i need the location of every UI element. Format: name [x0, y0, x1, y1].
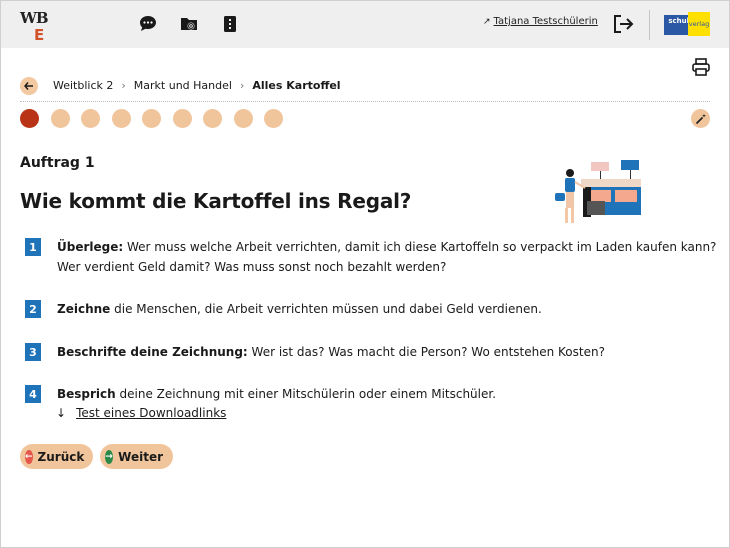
task-keyword: Überlege:	[57, 240, 124, 254]
task-body: Wer ist das? Was macht die Person? Wo en…	[247, 345, 605, 359]
publisher-logo-left: schul	[664, 15, 690, 35]
breadcrumb-divider	[20, 101, 710, 102]
printer-icon[interactable]	[691, 57, 711, 77]
task-body: deine Zeichnung mit einer Mitschülerin o…	[115, 387, 497, 401]
arrow-left-icon: ←	[25, 449, 33, 464]
task-body: Wer muss welche Arbeit verrichten, damit…	[57, 240, 717, 274]
step-dot-2[interactable]	[50, 109, 70, 128]
task-body: die Menschen, die Arbeit verrichten müss…	[110, 302, 542, 316]
assignment-label: Auftrag 1	[20, 155, 95, 171]
notebook-icon[interactable]	[219, 13, 241, 35]
next-button[interactable]: → Weiter	[100, 444, 173, 469]
logo-letter: E	[34, 26, 45, 44]
app-header: WB E ↗ Tatjana Testschülerin schul verla…	[1, 1, 729, 48]
task-number: 2	[25, 300, 41, 318]
task-item: 4 Besprich deine Zeichnung mit einer Mit…	[25, 385, 717, 404]
publisher-logo-right: verlag	[688, 12, 710, 36]
task-keyword: Zeichne	[57, 302, 111, 316]
logout-icon[interactable]	[611, 13, 635, 35]
step-dot-4[interactable]	[111, 109, 131, 128]
task-text: Beschrifte deine Zeichnung: Wer ist das?…	[57, 342, 717, 362]
download-link-label: Test eines Downloadlinks	[76, 406, 227, 420]
header-divider	[649, 10, 650, 40]
breadcrumb-item-current: Alles Kartoffel	[252, 79, 341, 92]
breadcrumb-item-markt[interactable]: Markt und Handel	[134, 79, 232, 92]
step-dot-9[interactable]	[264, 109, 283, 128]
breadcrumb-back-button[interactable]	[20, 77, 38, 95]
user-profile-link[interactable]: ↗ Tatjana Testschülerin	[483, 16, 598, 27]
task-text: Überlege: Wer muss welche Arbeit verrich…	[57, 237, 717, 277]
step-dot-8[interactable]	[233, 109, 253, 128]
chat-icon[interactable]	[137, 13, 159, 35]
task-number: 1	[25, 238, 41, 256]
task-item: 1 Überlege: Wer muss welche Arbeit verri…	[25, 238, 717, 277]
download-arrow-icon: ↓	[56, 406, 67, 420]
step-dot-7[interactable]	[203, 109, 222, 128]
arrow-left-icon	[24, 82, 33, 90]
app-logo[interactable]: WB E	[20, 9, 60, 45]
user-name: Tatjana Testschülerin	[493, 16, 598, 27]
market-stall-illustration	[549, 157, 645, 229]
back-button[interactable]: ← Zurück	[20, 444, 93, 469]
step-dot-5[interactable]	[142, 109, 161, 128]
breadcrumb-item-weitblick[interactable]: Weitblick 2	[53, 79, 113, 92]
arrow-right-icon: →	[105, 449, 114, 464]
folder-settings-icon[interactable]	[178, 13, 200, 35]
task-number: 4	[25, 385, 41, 403]
chevron-right-icon: ›	[239, 79, 245, 92]
task-item: 3 Beschrifte deine Zeichnung: Wer ist da…	[25, 343, 717, 362]
step-dot-1[interactable]	[20, 109, 39, 128]
chevron-right-icon: ›	[121, 79, 126, 92]
task-keyword: Beschrifte deine Zeichnung:	[57, 345, 248, 359]
download-link[interactable]: ↓ Test eines Downloadlinks	[56, 406, 226, 420]
external-arrow-icon: ↗	[483, 16, 491, 27]
task-number: 3	[25, 343, 41, 361]
step-dot-3[interactable]	[81, 109, 100, 128]
back-button-label: Zurück	[37, 449, 85, 464]
task-keyword: Besprich	[57, 387, 116, 401]
publisher-logo[interactable]: schul verlag	[664, 12, 710, 38]
step-dot-6[interactable]	[172, 109, 192, 128]
task-item: 2 Zeichne die Menschen, die Arbeit verri…	[25, 300, 717, 319]
task-text: Zeichne die Menschen, die Arbeit verrich…	[57, 299, 717, 319]
magic-wand-icon[interactable]	[691, 109, 710, 128]
task-text: Besprich deine Zeichnung mit einer Mitsc…	[57, 384, 717, 404]
breadcrumb: Weitblick 2 › Markt und Handel › Alles K…	[53, 79, 341, 92]
next-button-label: Weiter	[118, 449, 163, 464]
page-title: Wie kommt die Kartoffel ins Regal?	[20, 189, 412, 213]
step-navigation	[20, 109, 283, 128]
logo-wordmark: WB	[20, 9, 49, 27]
